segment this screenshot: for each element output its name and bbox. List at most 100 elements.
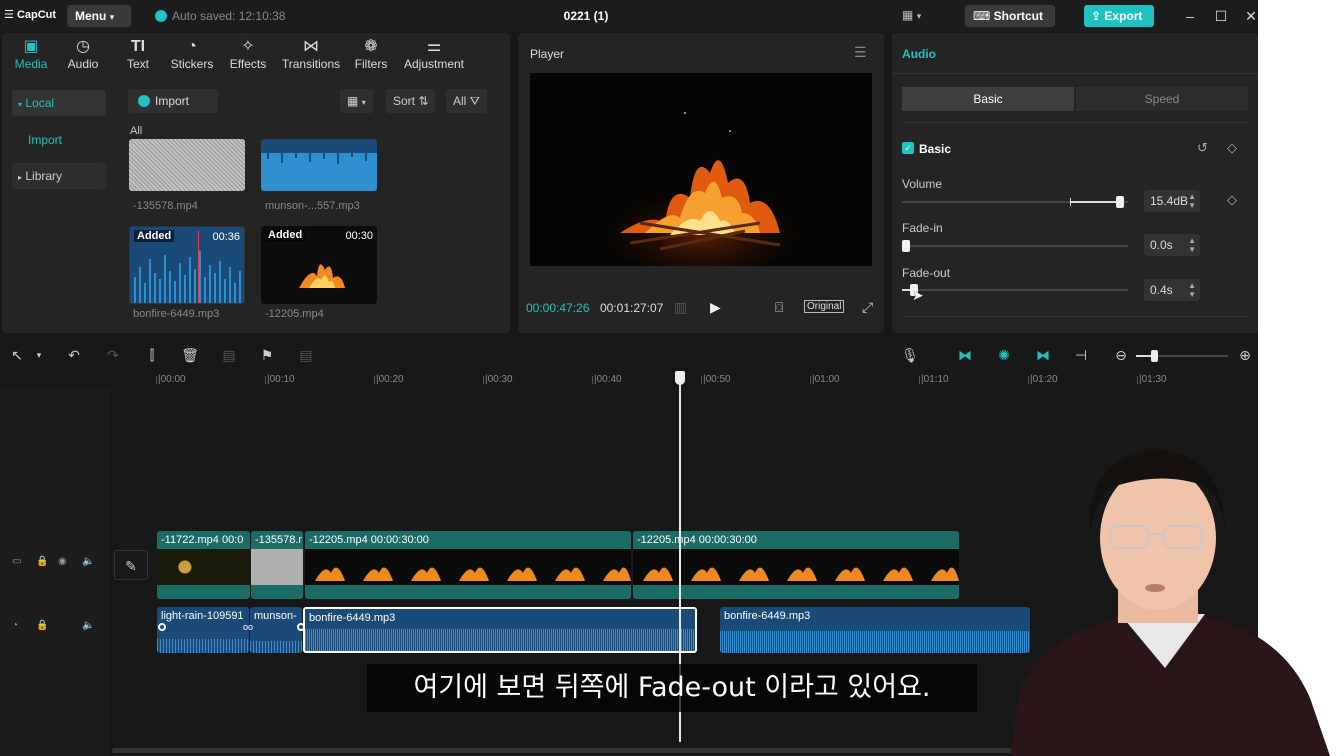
tab-transitions[interactable]: ⋈ Transitions: [279, 37, 343, 77]
crop-icon[interactable]: ▤: [297, 346, 315, 364]
audio-clip[interactable]: munson-: [250, 607, 302, 653]
fade-out-slider[interactable]: [902, 284, 1128, 296]
zoom-out-icon[interactable]: ⊖: [1112, 346, 1130, 364]
screenshot-icon[interactable]: ⌼: [775, 299, 783, 316]
timeline-scrollbar[interactable]: [112, 748, 1012, 753]
media-item-name: munson-...557.mp3: [265, 200, 360, 212]
keyframe-icon[interactable]: ◇: [1227, 140, 1237, 156]
zoom-in-icon[interactable]: ⊕: [1236, 346, 1254, 364]
media-thumb-munson[interactable]: [261, 139, 377, 191]
audio-clip[interactable]: bonfire-6449.mp3: [720, 607, 1030, 653]
step-down-icon[interactable]: ▼: [1188, 201, 1196, 210]
volume-fill: [1070, 201, 1122, 203]
fade-in-value[interactable]: 0.0s ▲ ▼: [1144, 234, 1200, 256]
sort-button[interactable]: Sort ⇅: [386, 89, 436, 113]
keyframe-dot[interactable]: oo: [243, 623, 257, 632]
step-up-icon[interactable]: ▲: [1188, 192, 1196, 201]
magnet-icon[interactable]: ⧓: [956, 346, 974, 364]
close-icon[interactable]: ✕: [1241, 6, 1258, 26]
basic-checkbox[interactable]: ✓: [902, 142, 914, 154]
sidebar-item-local[interactable]: ▾ Local: [12, 90, 106, 116]
tab-stickers[interactable]: ◔ Stickers: [163, 37, 221, 77]
keyframe-dot[interactable]: [158, 623, 166, 631]
zoom-slider[interactable]: [1136, 350, 1228, 362]
tab-audio[interactable]: ◷ Audio: [54, 37, 112, 77]
cover-edit-button[interactable]: ✎: [114, 550, 148, 580]
video-clip[interactable]: -11722.mp4 00:0: [157, 531, 250, 599]
import-button[interactable]: Import: [128, 89, 218, 113]
volume-knob[interactable]: [1116, 196, 1124, 208]
fire-frames-icon: [315, 567, 631, 581]
sidebar-item-import[interactable]: Import: [12, 127, 106, 153]
sidebar-item-library[interactable]: ▸ Library: [12, 163, 106, 189]
delete-icon[interactable]: 🗑: [181, 346, 199, 364]
fade-out-value[interactable]: 0.4s ▲ ▼: [1144, 279, 1200, 301]
play-icon[interactable]: ▶: [710, 299, 721, 316]
import-icon: [138, 95, 150, 107]
import-label: Import: [155, 94, 190, 108]
auto-snap-icon[interactable]: ✺: [995, 346, 1013, 364]
undo-icon[interactable]: ↶: [65, 346, 83, 364]
volume-slider[interactable]: [902, 196, 1128, 208]
maximize-icon[interactable]: ☐: [1211, 6, 1231, 26]
tab-basic[interactable]: Basic: [902, 87, 1074, 111]
menu-lines-icon[interactable]: ☰: [854, 44, 867, 61]
step-down-icon[interactable]: ▼: [1188, 245, 1196, 254]
keyframe-dot[interactable]: [297, 623, 305, 631]
lock-icon[interactable]: 🔒: [36, 620, 48, 631]
menu-button[interactable]: Menu ▾: [67, 5, 131, 27]
shortcut-button[interactable]: ⌨ Shortcut: [965, 5, 1055, 27]
video-clip[interactable]: -12205.mp4 00:00:30:00: [633, 531, 959, 599]
layout-button[interactable]: ▦ ▾: [902, 8, 938, 24]
audio-clip-selected[interactable]: bonfire-6449.mp3: [303, 607, 697, 653]
clip-title: light-rain-109591: [161, 610, 244, 622]
export-button[interactable]: ⇪ Export: [1084, 5, 1154, 27]
media-thumb-fire-video[interactable]: Added 00:30: [261, 226, 377, 304]
video-clip[interactable]: -135578.r: [251, 531, 303, 599]
step-up-icon[interactable]: ▲: [1188, 236, 1196, 245]
speaker-icon[interactable]: 🔈: [82, 556, 94, 567]
speaker-icon[interactable]: 🔈: [82, 620, 94, 631]
zoom-knob[interactable]: [1151, 350, 1158, 362]
split-icon[interactable]: ⫿: [143, 346, 161, 364]
tab-text[interactable]: TI Text: [109, 37, 167, 77]
playhead-handle[interactable]: [675, 371, 685, 385]
minimize-icon[interactable]: –: [1180, 6, 1200, 26]
select-tool-icon[interactable]: ↖: [8, 346, 26, 364]
audio-clip[interactable]: light-rain-109591: [157, 607, 249, 653]
microphone-icon[interactable]: 🎙: [901, 346, 919, 364]
eye-icon[interactable]: ◉: [58, 556, 67, 567]
lock-icon[interactable]: 🔒: [36, 556, 48, 567]
view-mode-button[interactable]: ▦ ▾: [340, 89, 373, 113]
video-preview[interactable]: [530, 73, 872, 273]
media-item-name: -12205.mp4: [265, 308, 324, 320]
tab-filters[interactable]: ❁ Filters: [342, 37, 400, 77]
tab-media[interactable]: ▣ Media: [2, 37, 60, 77]
media-thumb-bonfire-audio[interactable]: Added 00:36: [129, 226, 245, 304]
volume-value[interactable]: 15.4dB ▲ ▼: [1144, 190, 1200, 212]
freeze-icon[interactable]: ▤: [220, 346, 238, 364]
keyframe-icon[interactable]: ◇: [1227, 192, 1237, 208]
tab-label: Filters: [354, 57, 388, 71]
sort-label: Sort: [393, 94, 416, 108]
video-clip[interactable]: -12205.mp4 00:00:30:00: [305, 531, 631, 599]
reset-icon[interactable]: ↺: [1197, 140, 1208, 156]
linkage-icon[interactable]: ⧓: [1034, 346, 1052, 364]
tab-speed[interactable]: Speed: [1076, 87, 1248, 111]
marker-icon[interactable]: ⚑: [258, 346, 276, 364]
divider: [902, 316, 1248, 317]
preview-axis-icon[interactable]: ⊣: [1072, 346, 1090, 364]
redo-icon[interactable]: ↷: [104, 346, 122, 364]
step-down-icon[interactable]: ▼: [1188, 290, 1196, 299]
filter-button[interactable]: All ⛛: [446, 89, 487, 113]
fullscreen-icon[interactable]: ⤢: [862, 299, 873, 316]
step-up-icon[interactable]: ▲: [1188, 281, 1196, 290]
chevron-down-icon[interactable]: ▾: [30, 346, 48, 364]
tab-effects[interactable]: ✧ Effects: [219, 37, 277, 77]
media-thumb-noise[interactable]: [129, 139, 245, 191]
fade-in-slider[interactable]: [902, 240, 1128, 252]
fade-in-knob[interactable]: [902, 240, 910, 252]
ratio-button[interactable]: Original: [804, 300, 845, 313]
tab-adjustment[interactable]: ⚌ Adjustment: [400, 37, 468, 77]
shortcut-label: Shortcut: [993, 9, 1044, 23]
